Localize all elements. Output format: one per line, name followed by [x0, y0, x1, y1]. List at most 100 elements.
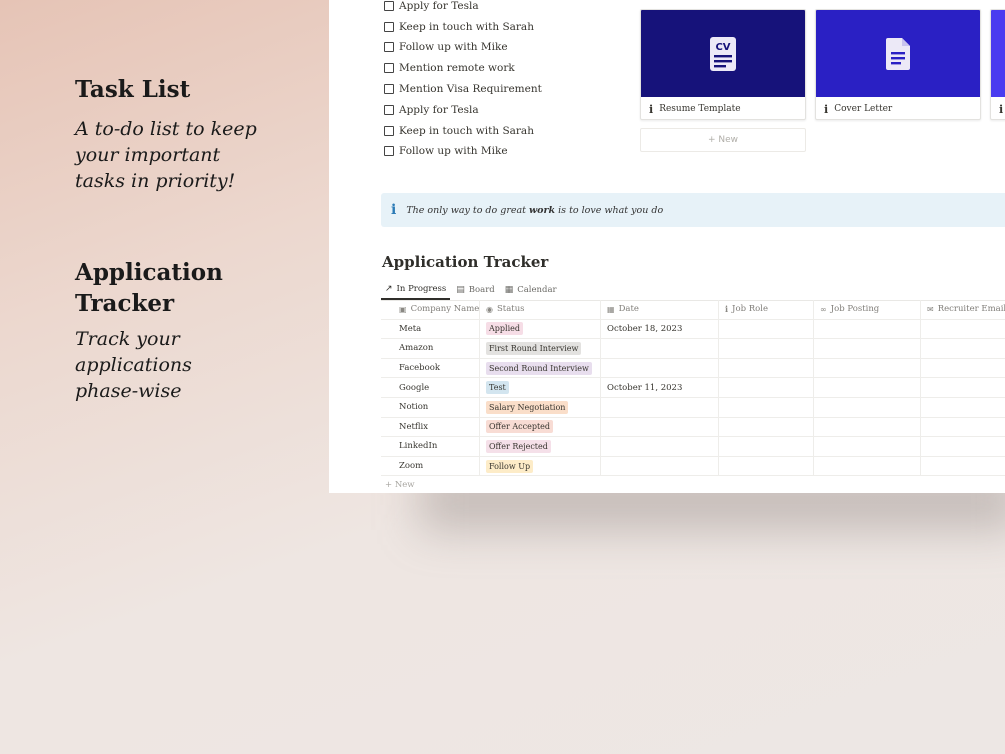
- checkbox[interactable]: [384, 104, 394, 115]
- table-row[interactable]: Zoom Follow Up: [381, 456, 1005, 477]
- task-item[interactable]: Mention Visa Requirement: [384, 79, 542, 99]
- company-cell[interactable]: Facebook: [394, 358, 480, 378]
- info-icon: i: [391, 202, 397, 218]
- status-cell[interactable]: First Round Interview: [480, 339, 601, 358]
- task-item[interactable]: Follow up with Mike: [384, 37, 508, 57]
- checkbox[interactable]: [384, 42, 394, 53]
- task-label: Keep in touch with Sarah: [399, 124, 534, 137]
- checkbox[interactable]: [384, 125, 394, 136]
- table-row[interactable]: Facebook Second Round Interview: [381, 358, 1005, 379]
- job-role-cell[interactable]: [719, 319, 814, 339]
- table-row[interactable]: Notion Salary Negotiation: [381, 397, 1005, 418]
- date-cell[interactable]: [601, 456, 719, 476]
- recruiter-email-cell[interactable]: [921, 339, 1005, 358]
- date-cell[interactable]: October 18, 2023: [601, 319, 719, 339]
- job-posting-cell[interactable]: [814, 358, 921, 378]
- company-cell[interactable]: Netflix: [394, 417, 480, 437]
- job-posting-cell[interactable]: [814, 319, 921, 339]
- job-role-cell[interactable]: [719, 378, 814, 397]
- date-cell[interactable]: [601, 339, 719, 358]
- column-job-posting[interactable]: ∞ Job Posting: [814, 300, 921, 319]
- gallery-card-partial[interactable]: i: [990, 9, 1005, 120]
- company-cell[interactable]: Google: [394, 378, 480, 397]
- job-role-cell[interactable]: [719, 417, 814, 437]
- status-badge: Test: [486, 381, 509, 395]
- column-status[interactable]: ◉ Status: [480, 300, 601, 319]
- tab-calendar[interactable]: ▦ Calendar: [501, 280, 561, 300]
- application-table: ▣ Company Name ◉ Status ▦ Date i Job Role ∞ J…: [381, 300, 1005, 477]
- view-tabs: ↗ In Progress ▤ Board ▦ Calendar: [381, 280, 563, 300]
- checkbox[interactable]: [384, 21, 394, 32]
- task-item[interactable]: Keep in touch with Sarah: [384, 121, 534, 141]
- company-cell[interactable]: Amazon: [394, 339, 480, 358]
- tab-board[interactable]: ▤ Board: [452, 280, 498, 300]
- job-posting-cell[interactable]: [814, 339, 921, 358]
- task-item[interactable]: Apply for Tesla: [384, 100, 479, 120]
- recruiter-email-cell[interactable]: [921, 359, 1005, 378]
- date-cell[interactable]: [601, 437, 719, 456]
- calendar-icon: ▦: [607, 304, 615, 314]
- checkbox[interactable]: [384, 63, 394, 74]
- status-cell[interactable]: Offer Accepted: [480, 417, 601, 437]
- job-posting-cell[interactable]: [814, 397, 921, 417]
- task-item[interactable]: Keep in touch with Sarah: [384, 17, 534, 37]
- column-recruiter-email[interactable]: ✉ Recruiter Email: [921, 300, 1005, 319]
- info-icon: i: [649, 102, 654, 116]
- table-row[interactable]: Google Test October 11, 2023: [381, 378, 1005, 398]
- column-job-role[interactable]: i Job Role: [719, 300, 814, 319]
- status-cell[interactable]: Offer Rejected: [480, 437, 601, 456]
- table-new-row-button[interactable]: + New: [385, 480, 415, 490]
- job-role-cell[interactable]: [719, 397, 814, 417]
- status-cell[interactable]: Second Round Interview: [480, 358, 601, 378]
- job-role-cell[interactable]: [719, 456, 814, 476]
- status-cell[interactable]: Test: [480, 378, 601, 397]
- gallery-card-resume[interactable]: CV i Resume Template: [640, 9, 806, 120]
- table-row[interactable]: Netflix Offer Accepted: [381, 417, 1005, 438]
- recruiter-email-cell[interactable]: [921, 418, 1005, 437]
- checkbox[interactable]: [384, 146, 394, 157]
- task-item[interactable]: Follow up with Mike: [384, 141, 508, 161]
- status-badge: Offer Rejected: [486, 439, 551, 453]
- recruiter-email-cell[interactable]: [921, 437, 1005, 456]
- date-cell[interactable]: October 11, 2023: [601, 378, 719, 397]
- checkbox[interactable]: [384, 84, 394, 94]
- task-item[interactable]: Mention remote work: [384, 58, 515, 78]
- gallery-card-cover-letter[interactable]: i Cover Letter: [815, 9, 981, 120]
- table-row[interactable]: LinkedIn Offer Rejected: [381, 437, 1005, 457]
- recruiter-email-cell[interactable]: [921, 457, 1005, 476]
- tab-in-progress[interactable]: ↗ In Progress: [381, 280, 451, 300]
- calendar-icon: ▦: [504, 285, 514, 295]
- column-date[interactable]: ▦ Date: [601, 300, 719, 319]
- date-cell[interactable]: [601, 397, 719, 417]
- date-cell[interactable]: [601, 417, 719, 437]
- status-cell[interactable]: Applied: [480, 319, 601, 339]
- company-cell[interactable]: LinkedIn: [394, 437, 480, 456]
- status-cell[interactable]: Salary Negotiation: [480, 397, 601, 417]
- job-role-cell[interactable]: [719, 437, 814, 456]
- card-cover: CV: [641, 10, 805, 97]
- task-label: Keep in touch with Sarah: [399, 20, 534, 33]
- date-cell[interactable]: [601, 358, 719, 378]
- recruiter-email-cell[interactable]: [921, 320, 1005, 339]
- application-tracker-heading: Application Tracker: [75, 259, 223, 317]
- status-cell[interactable]: Follow Up: [480, 456, 601, 476]
- company-cell[interactable]: Notion: [394, 397, 480, 417]
- job-posting-cell[interactable]: [814, 456, 921, 476]
- table-row[interactable]: Meta Applied October 18, 2023: [381, 319, 1005, 340]
- info-icon: i: [824, 102, 829, 116]
- gallery-new-button[interactable]: + New: [640, 128, 806, 152]
- checkbox[interactable]: [384, 1, 394, 11]
- job-role-cell[interactable]: [719, 339, 814, 358]
- company-cell[interactable]: Meta: [394, 319, 480, 339]
- job-posting-cell[interactable]: [814, 437, 921, 456]
- company-cell[interactable]: Zoom: [394, 456, 480, 476]
- task-item[interactable]: Apply for Tesla: [384, 0, 479, 16]
- job-role-cell[interactable]: [719, 358, 814, 378]
- job-posting-cell[interactable]: [814, 417, 921, 437]
- status-icon: ◉: [486, 304, 493, 314]
- table-row[interactable]: Amazon First Round Interview: [381, 339, 1005, 359]
- column-company-name[interactable]: ▣ Company Name: [394, 300, 480, 319]
- job-posting-cell[interactable]: [814, 378, 921, 397]
- recruiter-email-cell[interactable]: [921, 378, 1005, 397]
- recruiter-email-cell[interactable]: [921, 398, 1005, 417]
